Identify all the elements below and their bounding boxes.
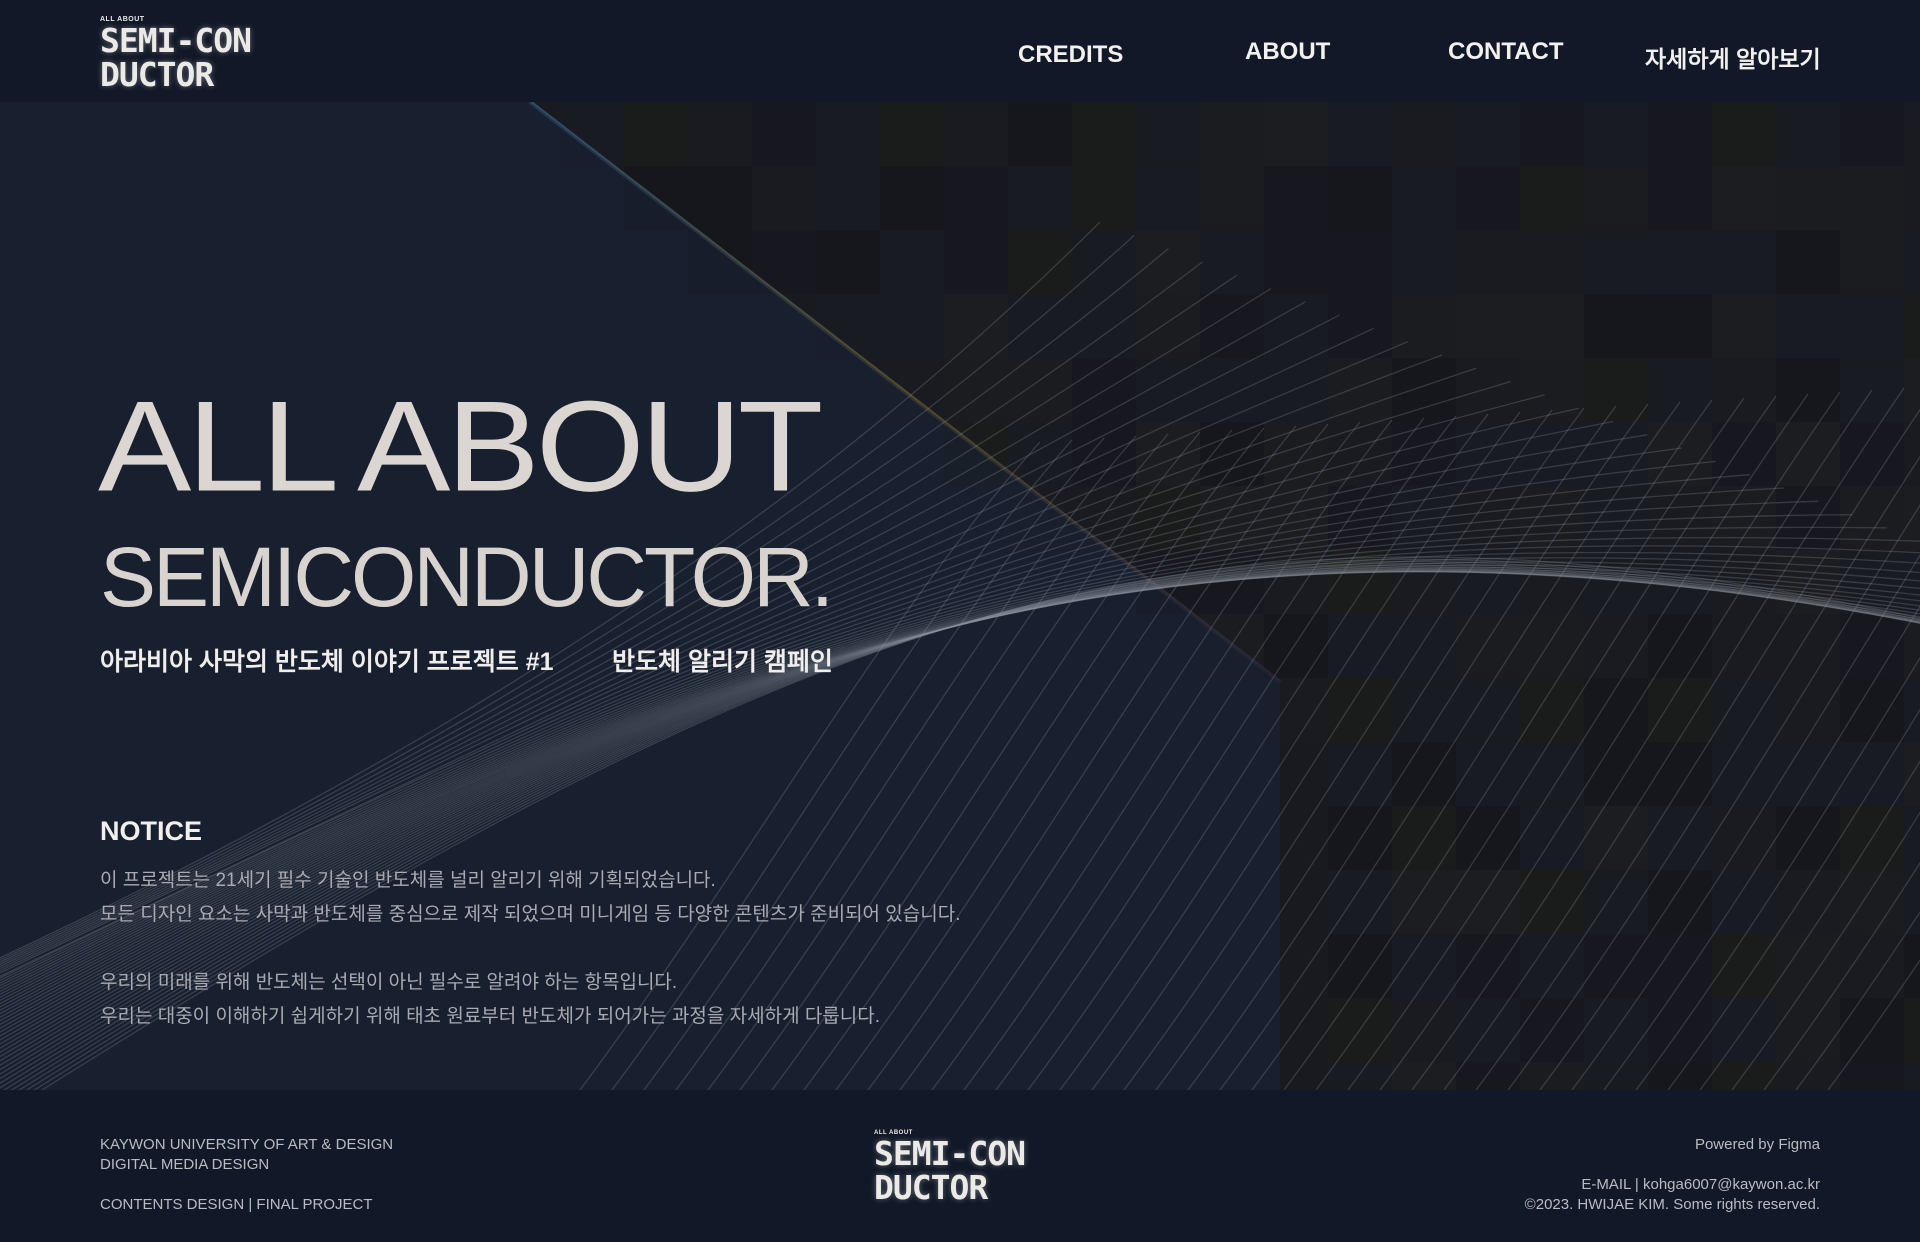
footer-logo-line1: SEMI-CON [874,1134,1026,1173]
hero-title-line1: ALL ABOUT [98,373,823,519]
nav-contact[interactable]: CONTACT [1448,38,1564,66]
notice-heading: NOTICE [100,816,203,846]
nav-about[interactable]: ABOUT [1245,38,1330,66]
nav-learn-more[interactable]: 자세하게 알아보기 [1645,40,1821,74]
notice-line: 우리의 미래를 위해 반도체는 선택이 아닌 필수로 알려야 하는 항목입니다. [100,972,678,993]
footer-copyright: ©2023. HWIJAE KIM. Some rights reserved. [1524,1196,1820,1213]
footer-department: DIGITAL MEDIA DESIGN [100,1156,270,1173]
hero-title-line2: SEMICONDUCTOR. [100,530,834,624]
header-logo[interactable]: ALL ABOUT SEMI-CON DUCTOR [100,16,252,94]
footer-project: CONTENTS DESIGN | FINAL PROJECT [100,1196,373,1213]
site-footer: KAYWON UNIVERSITY OF ART & DESIGN DIGITA… [0,1090,1920,1242]
footer-logo-line2: DUCTOR [874,1168,988,1207]
site-header: ALL ABOUT SEMI-CON DUCTOR CREDITS ABOUT … [0,0,1920,102]
footer-logo[interactable]: ALL ABOUT SEMI-CON DUCTOR [874,1130,1026,1207]
footer-university: KAYWON UNIVERSITY OF ART & DESIGN [100,1136,394,1153]
logo-line1: SEMI-CON [100,21,252,60]
footer-email[interactable]: E-MAIL | kohga6007@kaywon.ac.kr [1581,1176,1820,1193]
hero-section: ALL ABOUT SEMICONDUCTOR. 아라비아 사막의 반도체 이야… [0,102,1920,1090]
nav-credits[interactable]: CREDITS [1018,41,1123,69]
hero-subtitle-campaign: 반도체 알리기 캠페인 [612,648,833,676]
footer-powered-by: Powered by Figma [1694,1136,1820,1153]
notice-line: 모든 디자인 요소는 사막과 반도체를 중심으로 제작 되었으며 미니게임 등 … [100,904,961,925]
logo-line2: DUCTOR [100,55,214,94]
notice-line: 이 프로젝트는 21세기 필수 기술인 반도체를 널리 알리기 위해 기획되었습… [100,870,716,891]
notice-line: 우리는 대중이 이해하기 쉽게하기 위해 태초 원료부터 반도체가 되어가는 과… [100,1006,881,1027]
hero-subtitle-project: 아라비아 사막의 반도체 이야기 프로젝트 #1 [100,648,554,676]
